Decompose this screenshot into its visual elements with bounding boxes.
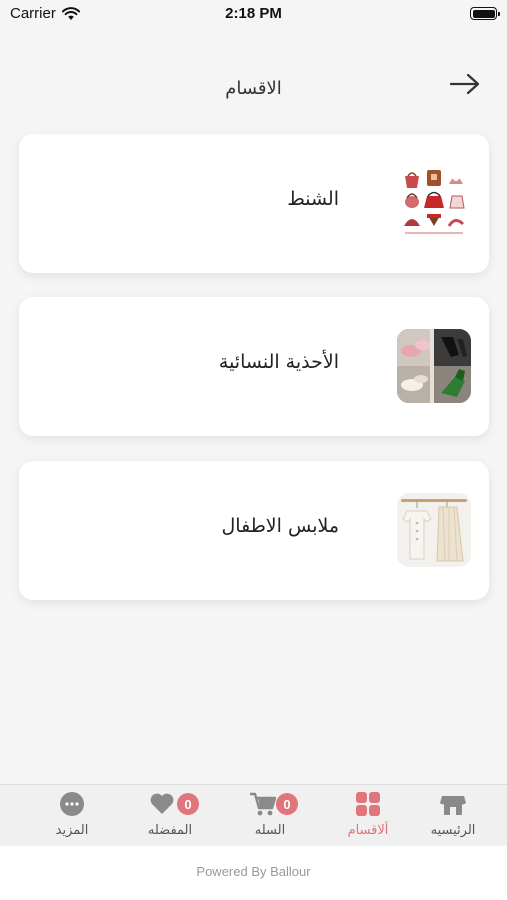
- tab-label: المفضله: [147, 823, 193, 838]
- tab-home[interactable]: الرئيسيه: [403, 785, 503, 847]
- status-bar: Carrier 2:18 PM: [0, 0, 507, 28]
- page-title: الاقسام: [225, 78, 282, 99]
- category-card-kids-clothes[interactable]: ملابس الاطفال: [19, 461, 489, 600]
- category-label: الأحذية النسائية: [218, 351, 339, 373]
- kids-clothes-image: [397, 493, 471, 567]
- category-card-bags[interactable]: الشنط: [19, 134, 489, 273]
- tab-categories[interactable]: ألاقسام: [318, 785, 418, 847]
- heart-icon: [150, 793, 174, 814]
- status-time: 2:18 PM: [225, 5, 282, 22]
- category-label: الشنط: [287, 188, 339, 210]
- tab-cart[interactable]: 0 السله: [220, 785, 320, 847]
- footer: Powered By Ballour: [0, 846, 507, 900]
- more-icon: [60, 792, 84, 816]
- category-label: ملابس الاطفال: [221, 515, 339, 537]
- category-card-womens-shoes[interactable]: الأحذية النسائية: [19, 297, 489, 436]
- tab-bar: الرئيسيه ألاقسام 0 السله 0 المفضله المزي…: [0, 784, 507, 846]
- cart-badge: 0: [276, 793, 298, 815]
- powered-by-text: Powered By Ballour: [196, 864, 311, 879]
- tab-label: السله: [254, 823, 286, 838]
- header: الاقسام: [0, 60, 507, 116]
- tab-label: الرئيسيه: [430, 823, 476, 838]
- tab-label: ألاقسام: [347, 823, 389, 838]
- womens-shoes-image: [397, 329, 471, 403]
- bags-collage-image: [397, 166, 471, 240]
- store-icon: [440, 796, 466, 815]
- battery-icon: [470, 7, 500, 20]
- tab-label: المزيد: [55, 823, 89, 838]
- grid-icon: [356, 792, 380, 816]
- cart-icon: [250, 792, 277, 816]
- tab-favorites[interactable]: 0 المفضله: [120, 785, 220, 847]
- tab-more[interactable]: المزيد: [22, 785, 122, 847]
- back-button[interactable]: [447, 70, 483, 98]
- favorites-badge: 0: [177, 793, 199, 815]
- arrow-right-icon: [449, 73, 480, 95]
